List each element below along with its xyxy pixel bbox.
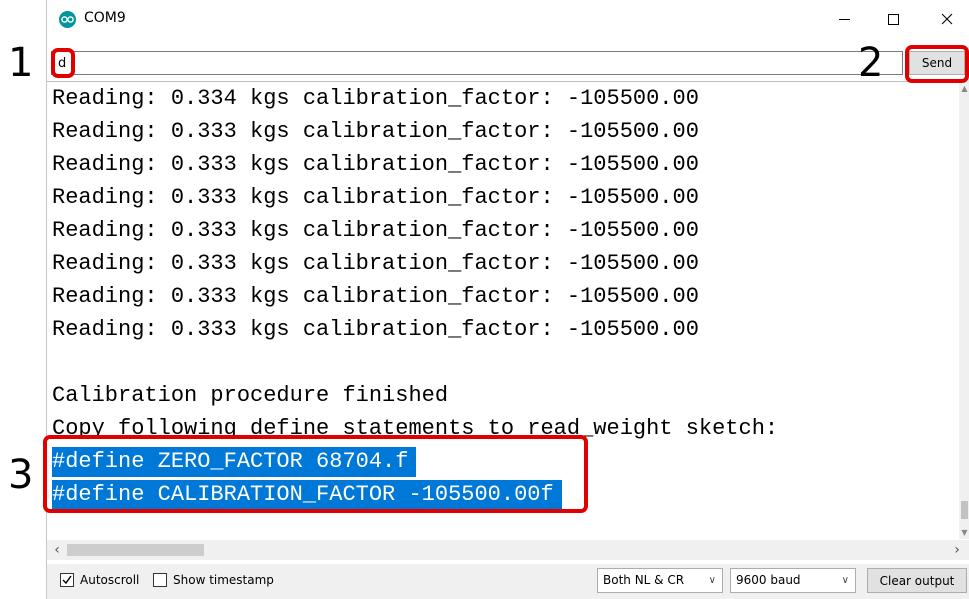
maximize-icon: [887, 13, 899, 25]
minimize-button[interactable]: [821, 0, 867, 38]
scroll-left-icon[interactable]: ‹: [47, 540, 67, 560]
horizontal-scroll-thumb[interactable]: [67, 544, 204, 556]
serial-output-line: Reading: 0.333 kgs calibration_factor: -…: [52, 251, 699, 276]
close-button[interactable]: [924, 0, 969, 38]
scroll-up-icon[interactable]: ▲: [959, 83, 969, 94]
vertical-scroll-thumb[interactable]: [961, 501, 968, 519]
show-timestamp-checkbox[interactable]: [153, 573, 167, 587]
checkmark-icon: [62, 575, 72, 585]
line-ending-select[interactable]: Both NL & CR ∨: [597, 568, 723, 593]
serial-output-line: Reading: 0.333 kgs calibration_factor: -…: [52, 284, 699, 309]
chevron-down-icon: ∨: [841, 575, 849, 586]
line-ending-value: Both NL & CR: [603, 573, 685, 587]
annotation-number-2: 2: [858, 40, 884, 86]
status-bar: Autoscroll Show timestamp Both NL & CR ∨…: [47, 564, 969, 599]
arduino-logo-icon: [59, 11, 76, 28]
serial-output-line: #define ZERO_FACTOR 68704.f: [52, 447, 417, 477]
serial-output[interactable]: Reading: 0.334 kgs calibration_factor: -…: [47, 81, 959, 539]
close-icon: [941, 13, 953, 25]
baud-rate-select[interactable]: 9600 baud ∨: [730, 568, 856, 593]
autoscroll-label: Autoscroll: [80, 573, 140, 587]
send-row: Send: [47, 49, 969, 79]
scroll-right-icon[interactable]: ›: [947, 540, 967, 560]
serial-output-line: Reading: 0.333 kgs calibration_factor: -…: [52, 119, 699, 144]
minimize-icon: [838, 18, 850, 20]
serial-output-line: Reading: 0.333 kgs calibration_factor: -…: [52, 152, 699, 177]
autoscroll-checkbox[interactable]: [60, 573, 74, 587]
send-button[interactable]: Send: [909, 51, 965, 75]
serial-output-line: Reading: 0.334 kgs calibration_factor: -…: [52, 86, 699, 111]
chevron-down-icon: ∨: [708, 575, 716, 586]
serial-output-line: Reading: 0.333 kgs calibration_factor: -…: [52, 218, 699, 243]
vertical-scrollbar[interactable]: ▲ ▼: [959, 81, 969, 539]
serial-output-line: Calibration procedure finished: [52, 383, 449, 408]
baud-rate-value: 9600 baud: [736, 573, 801, 587]
scroll-down-icon[interactable]: ▼: [959, 527, 969, 538]
clear-output-button[interactable]: Clear output: [867, 568, 967, 593]
annotation-number-3: 3: [8, 452, 34, 498]
annotation-number-1: 1: [8, 40, 34, 86]
serial-input[interactable]: [51, 51, 903, 75]
title-bar: COM9: [47, 0, 969, 38]
serial-output-line: #define CALIBRATION_FACTOR -105500.00f: [52, 480, 562, 510]
window-title: COM9: [84, 10, 126, 26]
serial-monitor-window: COM9 Send Reading: 0.334 kgs calibration…: [43, 0, 969, 599]
serial-output-line: Reading: 0.333 kgs calibration_factor: -…: [52, 317, 699, 342]
show-timestamp-label: Show timestamp: [173, 573, 274, 587]
horizontal-scrollbar[interactable]: ‹ ›: [47, 540, 969, 560]
maximize-button[interactable]: [870, 0, 916, 38]
serial-output-line: Reading: 0.333 kgs calibration_factor: -…: [52, 185, 699, 210]
serial-output-line: Copy following define statements to read…: [52, 416, 779, 441]
